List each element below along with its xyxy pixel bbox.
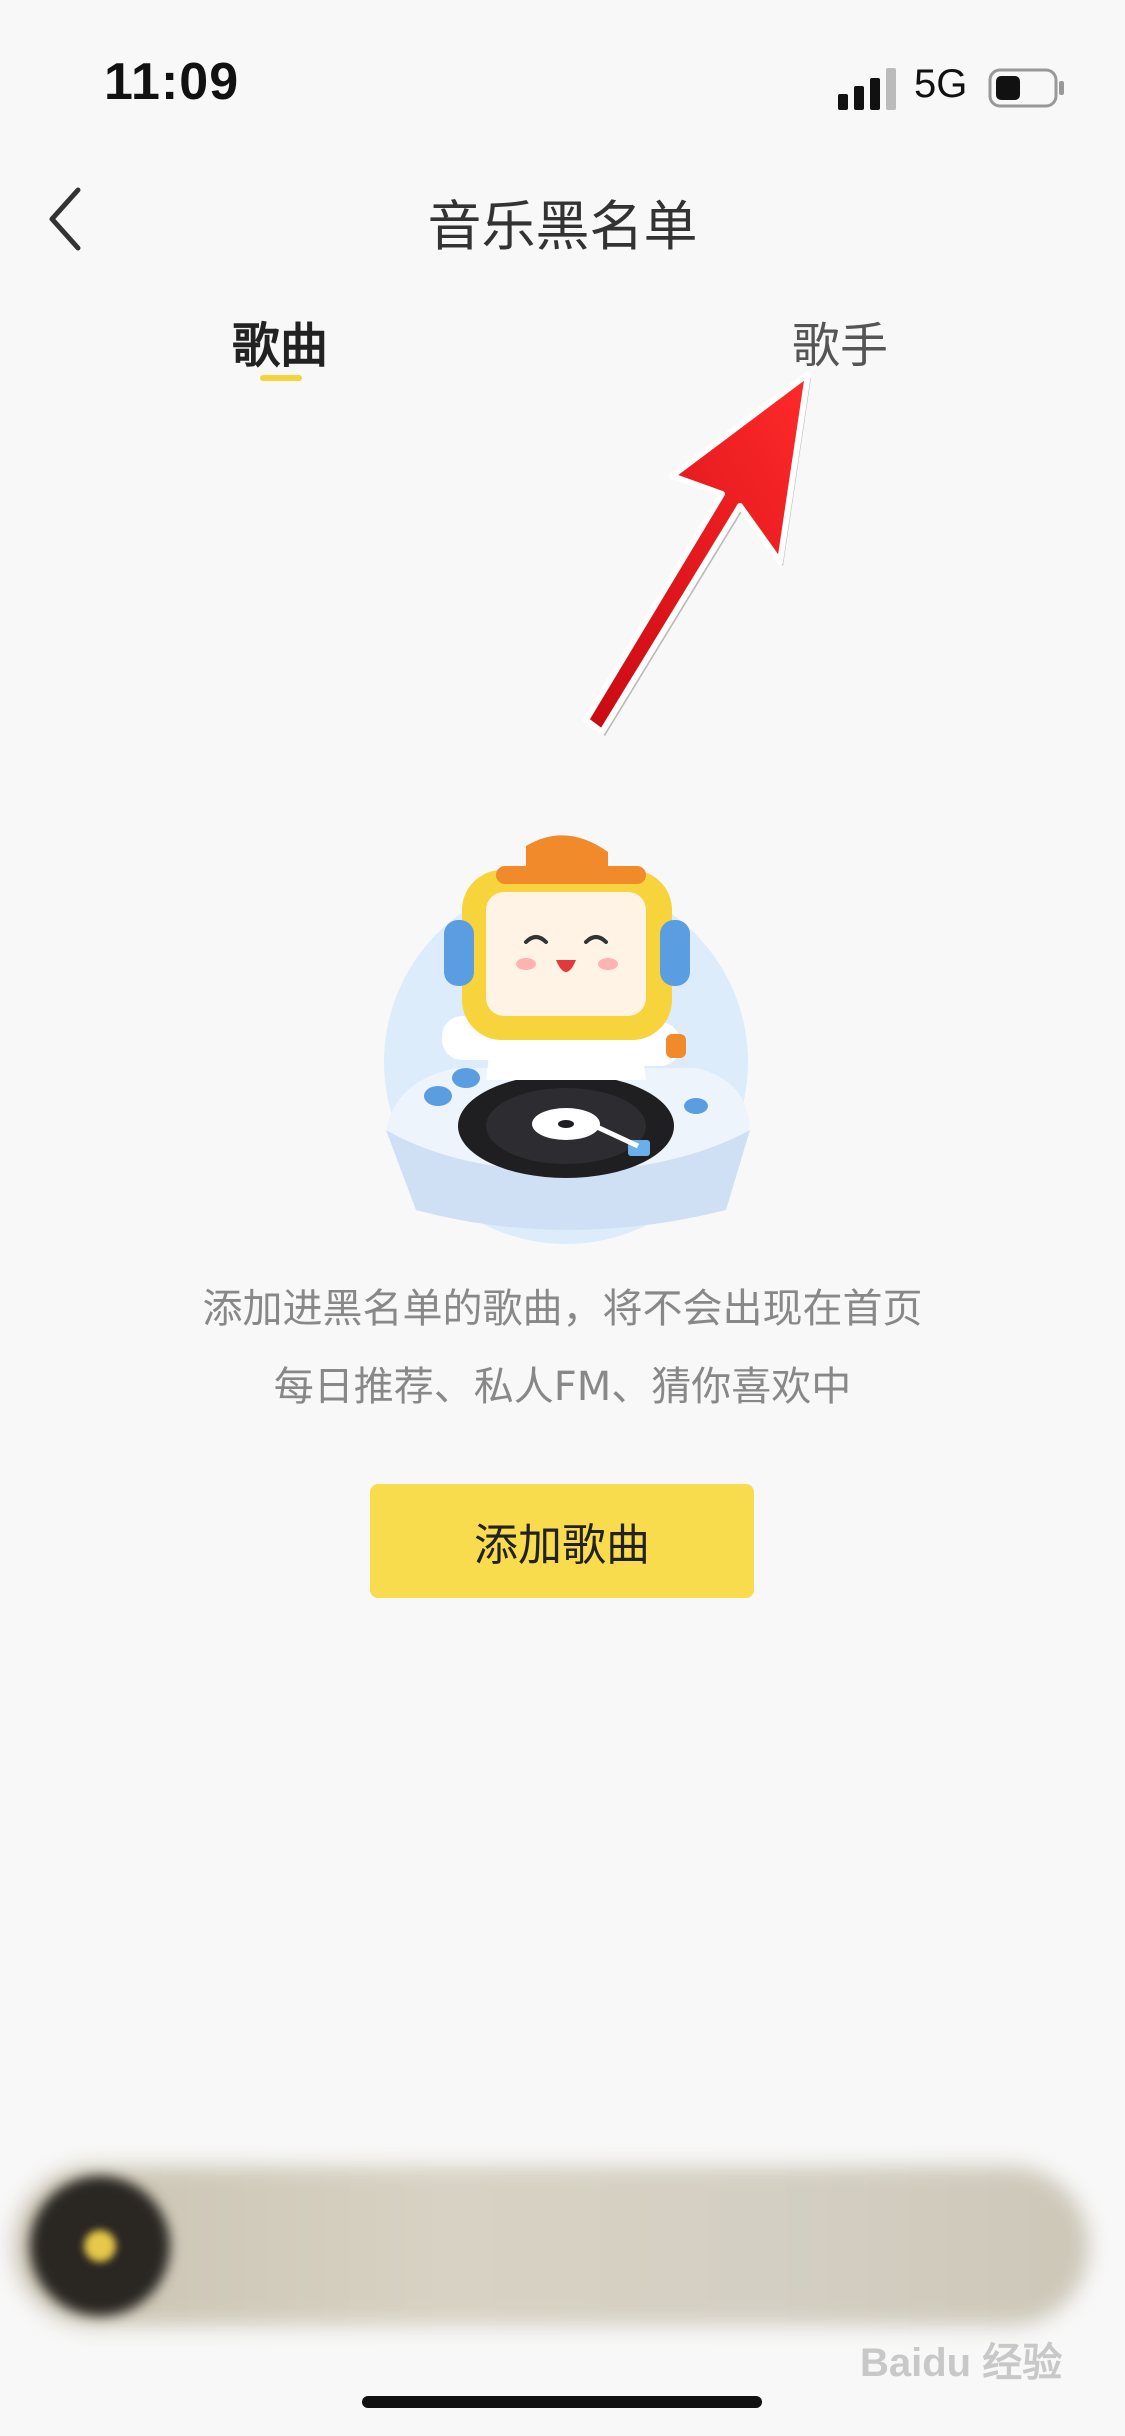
signal-icon <box>838 68 896 110</box>
tab-songs[interactable]: 歌曲 <box>220 306 340 376</box>
description-line-1: 添加进黑名单的歌曲，将不会出现在首页 <box>202 1286 923 1332</box>
status-time: 11:09 <box>104 53 240 111</box>
description-line-2: 每日推荐、私人FM、猜你喜欢中 <box>273 1364 852 1410</box>
dj-mascot-illustration <box>384 835 750 1244</box>
baidu-watermark: Baidu 经验 <box>860 2341 1063 2385</box>
active-tab-indicator <box>260 375 302 381</box>
page-title: 音乐黑名单 <box>427 195 698 258</box>
mini-player-cover-center <box>84 2230 116 2262</box>
battery-icon <box>988 68 1064 108</box>
mini-player-bar[interactable] <box>14 2166 1089 2326</box>
network-type: 5G <box>914 62 968 106</box>
add-song-button[interactable]: 添加歌曲 <box>370 1484 754 1598</box>
home-indicator <box>362 2396 762 2408</box>
empty-state-description: 添加进黑名单的歌曲，将不会出现在首页 每日推荐、私人FM、猜你喜欢中 <box>0 1270 1125 1426</box>
annotation-arrow <box>583 371 811 736</box>
